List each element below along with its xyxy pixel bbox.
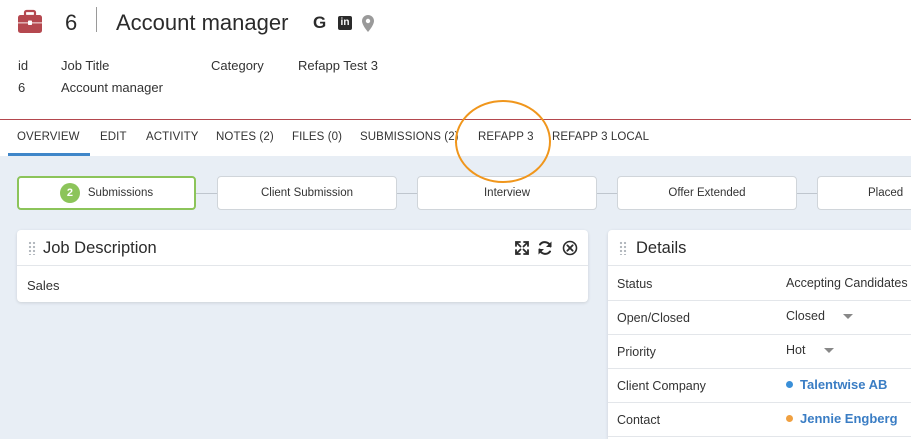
close-icon[interactable]: [562, 240, 578, 256]
stage-label: Interview: [483, 187, 531, 199]
tab-files[interactable]: FILES (0): [292, 131, 342, 143]
stage-submissions[interactable]: 2 Submissions: [17, 176, 196, 210]
meta-value-id: 6: [18, 80, 26, 95]
detail-row-open-closed: Open/Closed Closed: [608, 301, 911, 335]
tab-activity[interactable]: ACTIVITY: [146, 131, 199, 143]
stage-client-submission[interactable]: Client Submission: [217, 176, 397, 210]
meta-label-id: id: [18, 58, 29, 73]
chevron-down-icon: [843, 314, 854, 320]
detail-row-client-company: Client Company Talentwise AB: [608, 369, 911, 403]
record-header: 6 Account manager G in id 6 Job Title Ac…: [0, 0, 911, 120]
map-pin-icon[interactable]: [362, 15, 374, 32]
stage-offer-extended[interactable]: Offer Extended: [617, 176, 797, 210]
detail-label: Contact: [617, 413, 661, 427]
open-closed-value: Closed: [786, 309, 825, 323]
contact-dot-icon: [786, 415, 793, 423]
tab-refapp-3-local[interactable]: REFAPP 3 LOCAL: [552, 131, 649, 143]
priority-value: Hot: [786, 343, 806, 357]
contact-link[interactable]: Jennie Engberg: [786, 411, 898, 426]
expand-icon[interactable]: [514, 240, 530, 256]
priority-select[interactable]: Hot: [786, 343, 834, 357]
stage-interview[interactable]: Interview: [417, 176, 597, 210]
detail-label: Priority: [617, 345, 656, 359]
stage-label: Placed: [868, 187, 904, 199]
chevron-down-icon: [823, 348, 834, 354]
card-title: Job Description: [43, 239, 157, 257]
detail-label: Open/Closed: [617, 311, 690, 325]
title-divider: [96, 7, 97, 32]
tab-submissions[interactable]: SUBMISSIONS (2): [360, 131, 459, 143]
tab-bar: OVERVIEW EDIT ACTIVITY NOTES (2) FILES (…: [0, 120, 911, 156]
detail-row-contact: Contact Jennie Engberg: [608, 403, 911, 437]
details-card: Details Status Accepting Candidates Open…: [608, 230, 911, 439]
status-value: Accepting Candidates: [786, 276, 908, 290]
client-company-value: Talentwise AB: [800, 377, 888, 392]
contact-value: Jennie Engberg: [800, 411, 898, 426]
tab-refapp-3[interactable]: REFAPP 3: [478, 131, 534, 143]
page-title: Account manager: [116, 10, 289, 35]
job-description-text: Sales: [27, 278, 60, 293]
drag-handle-icon[interactable]: [619, 241, 627, 255]
detail-row-priority: Priority Hot: [608, 335, 911, 369]
card-header: Job Description: [17, 230, 588, 266]
drag-handle-icon[interactable]: [28, 241, 36, 255]
open-closed-select[interactable]: Closed: [786, 309, 854, 323]
detail-label: Status: [617, 277, 653, 291]
meta-label-job-title: Job Title: [61, 58, 110, 73]
tab-edit[interactable]: EDIT: [100, 131, 127, 143]
stage-label: Offer Extended: [668, 187, 746, 199]
card-header: Details: [608, 230, 911, 266]
meta-label-refapp-test-3: Refapp Test 3: [298, 58, 378, 73]
job-description-card: Job Description Sales: [17, 230, 588, 302]
tab-overview[interactable]: OVERVIEW: [17, 131, 80, 143]
stage-label: Client Submission: [260, 187, 354, 199]
client-company-link[interactable]: Talentwise AB: [786, 377, 887, 392]
refresh-icon[interactable]: [537, 240, 553, 256]
stage-placed[interactable]: Placed: [817, 176, 911, 210]
stage-label: Submissions: [87, 187, 154, 199]
submissions-count-badge: 2: [59, 183, 80, 203]
meta-label-category: Category: [211, 58, 264, 73]
briefcase-icon: [18, 9, 42, 33]
company-dot-icon: [786, 381, 793, 389]
google-icon[interactable]: G: [313, 13, 326, 33]
record-id: 6: [65, 10, 78, 35]
card-title: Details: [636, 239, 687, 257]
linkedin-icon[interactable]: in: [338, 16, 352, 30]
tab-notes[interactable]: NOTES (2): [216, 131, 274, 143]
detail-label: Client Company: [617, 379, 706, 393]
detail-row-status: Status Accepting Candidates: [608, 267, 911, 301]
meta-value-job-title: Account manager: [61, 80, 163, 95]
